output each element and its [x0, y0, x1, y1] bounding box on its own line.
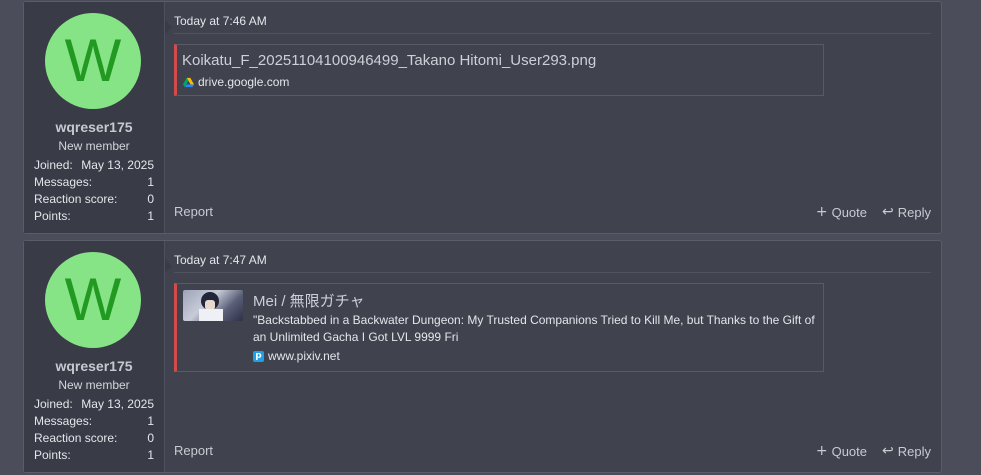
stat-points: Points: 1 [34, 208, 154, 225]
post-actions: + Quote ↩ Reply [801, 443, 931, 459]
divider [174, 272, 931, 273]
user-stats: Joined: May 13, 2025 Messages: 1 Reactio… [34, 157, 154, 225]
stat-points: Points: 1 [34, 447, 154, 464]
stat-value: 1 [147, 448, 154, 462]
post-date-link[interactable]: Today at 7:46 AM [174, 14, 267, 28]
stat-label: Points: [34, 209, 71, 223]
post-actions: + Quote ↩ Reply [801, 204, 931, 220]
report-link[interactable]: Report [174, 204, 213, 219]
reply-icon: ↩ [882, 204, 894, 220]
link-embed[interactable]: Koikatu_F_20251104100946499_Takano Hitom… [174, 44, 824, 96]
stat-reaction-score: Reaction score: 0 [34, 191, 154, 208]
stat-label: Joined: [34, 158, 73, 172]
embed-thumbnail[interactable] [183, 290, 243, 321]
avatar-letter: W [64, 27, 122, 94]
stat-reaction-score: Reaction score: 0 [34, 430, 154, 447]
user-stats: Joined: May 13, 2025 Messages: 1 Reactio… [34, 396, 154, 464]
reply-icon: ↩ [882, 443, 894, 459]
post-1: W wqreser175 New member Joined: May 13, … [23, 1, 942, 234]
username-link[interactable]: wqreser175 [24, 119, 164, 135]
embed-title[interactable]: Mei / 無限ガチャ [253, 290, 365, 311]
post-content: Today at 7:47 AM Mei / 無限ガチャ "Backstabbe… [174, 241, 931, 472]
user-title: New member [58, 378, 130, 392]
plus-icon: + [815, 443, 828, 459]
username-link[interactable]: wqreser175 [24, 358, 164, 374]
stat-label: Reaction score: [34, 192, 118, 206]
stat-label: Messages: [34, 175, 93, 189]
embed-title[interactable]: Koikatu_F_20251104100946499_Takano Hitom… [182, 52, 596, 69]
stat-value: May 13, 2025 [81, 397, 154, 411]
reply-label: Reply [897, 443, 931, 459]
stat-value: 0 [147, 431, 154, 445]
stat-joined: Joined: May 13, 2025 [34, 157, 154, 174]
embed-site[interactable]: drive.google.com [183, 75, 289, 89]
plus-icon: + [815, 204, 828, 220]
stat-value: 0 [147, 192, 154, 206]
avatar[interactable]: W [45, 13, 141, 109]
embed-description: "Backstabbed in a Backwater Dungeon: My … [253, 313, 815, 344]
avatar[interactable]: W [45, 252, 141, 348]
embed-site-name: www.pixiv.net [268, 349, 340, 363]
post-2: W wqreser175 New member Joined: May 13, … [23, 240, 942, 473]
embed-site-name: drive.google.com [198, 75, 290, 89]
avatar-letter: W [64, 266, 122, 333]
stat-joined: Joined: May 13, 2025 [34, 396, 154, 413]
user-title: New member [58, 139, 130, 153]
quote-label: Quote [831, 204, 868, 220]
divider [174, 33, 931, 34]
quote-button[interactable]: + Quote [816, 204, 867, 220]
pixiv-icon: p [253, 350, 264, 362]
stat-value: 1 [147, 175, 154, 189]
link-embed[interactable]: Mei / 無限ガチャ "Backstabbed in a Backwater … [174, 283, 824, 372]
stat-label: Joined: [34, 397, 73, 411]
stat-messages: Messages: 1 [34, 413, 154, 430]
stat-label: Reaction score: [34, 431, 118, 445]
quote-button[interactable]: + Quote [816, 443, 867, 459]
stat-value: 1 [147, 209, 154, 223]
post-content: Today at 7:46 AM Koikatu_F_2025110410094… [174, 2, 931, 233]
stat-value: 1 [147, 414, 154, 428]
google-drive-icon [183, 77, 194, 87]
quote-label: Quote [831, 443, 868, 459]
report-link[interactable]: Report [174, 443, 213, 458]
reply-label: Reply [897, 204, 931, 220]
stat-value: May 13, 2025 [81, 158, 154, 172]
user-panel: W wqreser175 New member Joined: May 13, … [24, 2, 172, 233]
reply-button[interactable]: ↩ Reply [882, 204, 931, 220]
stat-messages: Messages: 1 [34, 174, 154, 191]
embed-site[interactable]: p www.pixiv.net [253, 349, 340, 363]
stat-label: Points: [34, 448, 71, 462]
stat-label: Messages: [34, 414, 93, 428]
reply-button[interactable]: ↩ Reply [882, 443, 931, 459]
user-panel: W wqreser175 New member Joined: May 13, … [24, 241, 172, 472]
post-date-link[interactable]: Today at 7:47 AM [174, 253, 267, 267]
